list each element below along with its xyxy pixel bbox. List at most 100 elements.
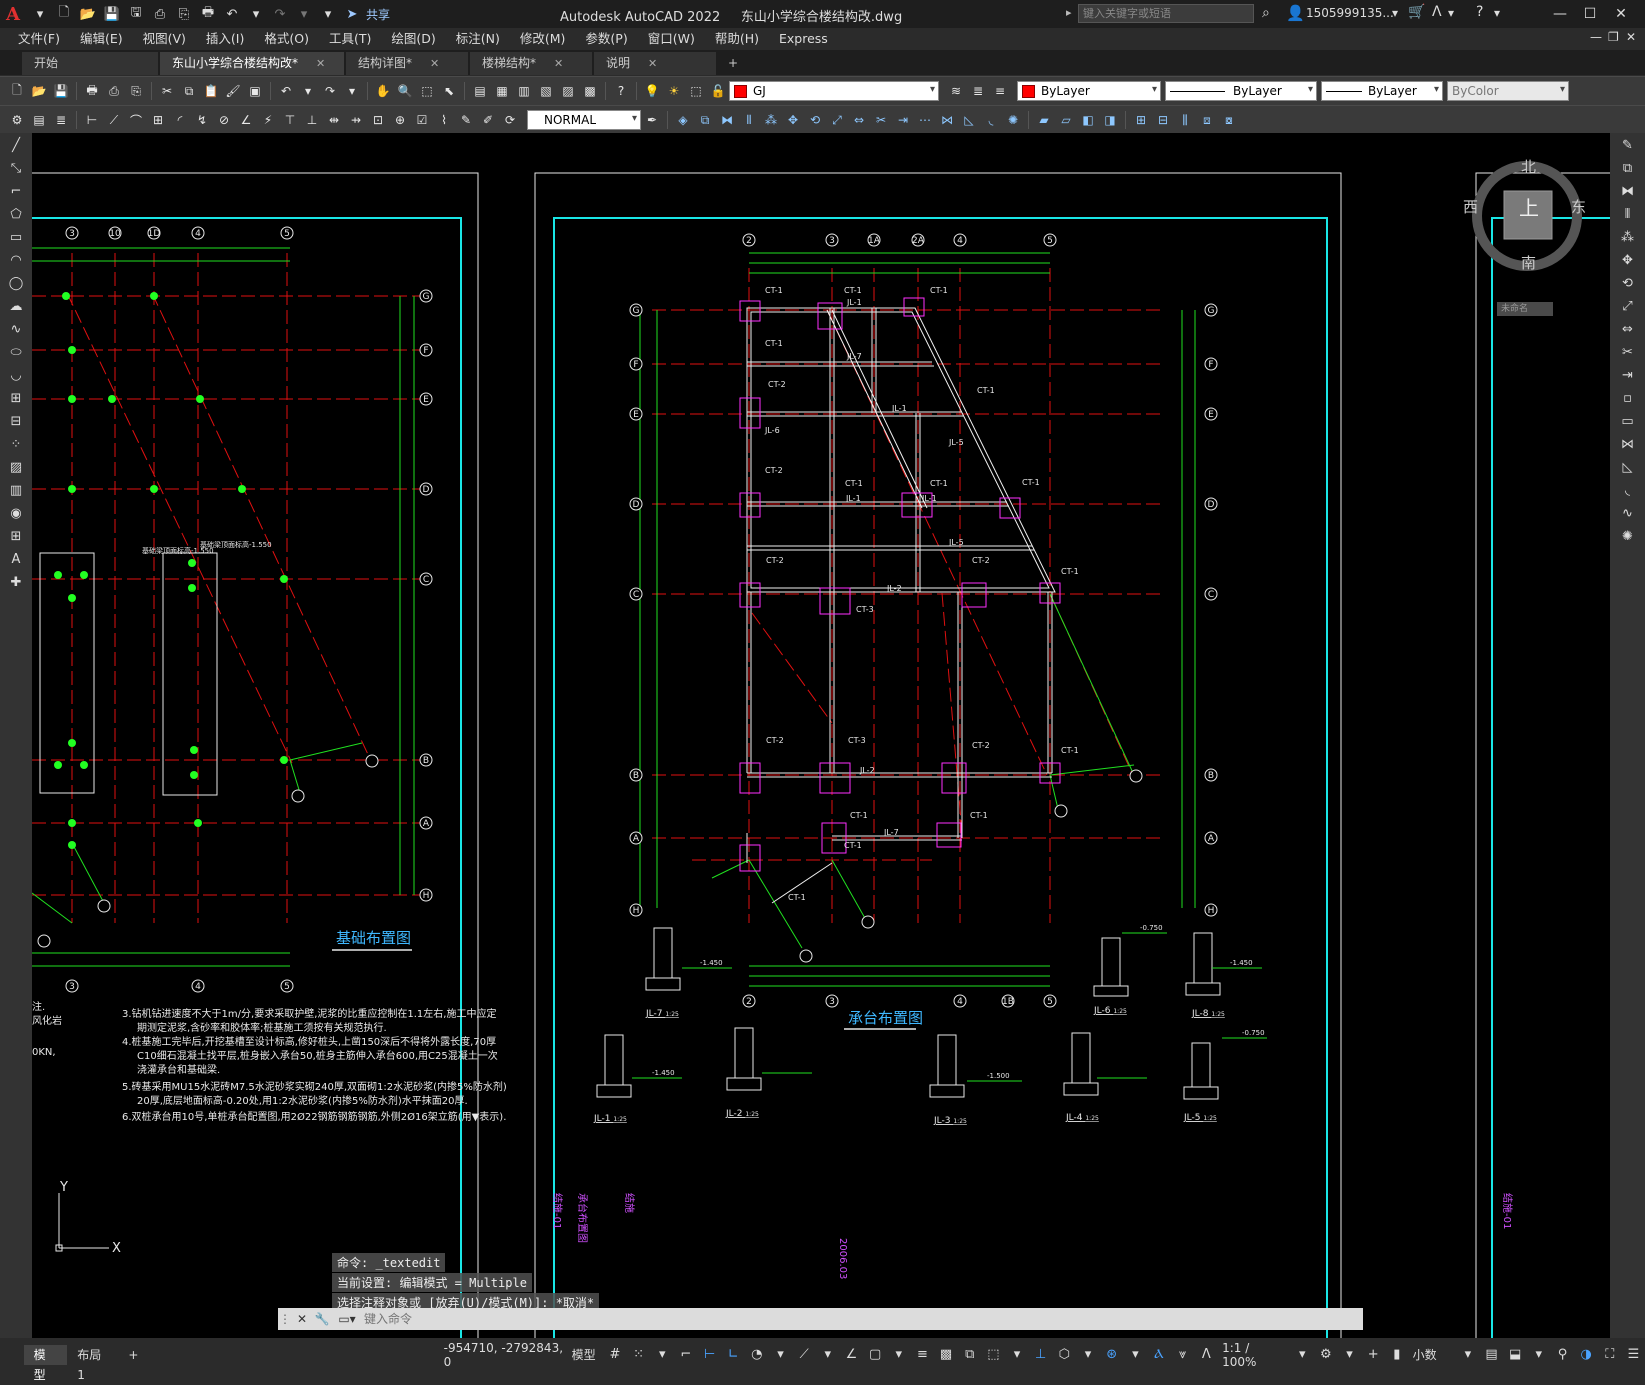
jogged-dim-icon[interactable]: ↯	[193, 111, 211, 129]
close-icon[interactable]: ✕	[554, 52, 563, 75]
selection-filter-dropdown-icon[interactable]: ▾	[1077, 1344, 1099, 1366]
snap-dropdown-icon[interactable]: ▾	[651, 1344, 673, 1366]
maximize-button[interactable]: ☐	[1576, 3, 1604, 25]
quickcalc-icon[interactable]: ▩	[581, 82, 599, 100]
array-icon[interactable]: ⁂	[1618, 228, 1638, 248]
continue-dim-icon[interactable]: ⊥	[303, 111, 321, 129]
ellipse-icon[interactable]: ⬭	[6, 343, 26, 363]
isodraft-icon[interactable]: ⟋	[793, 1344, 815, 1366]
jogged-linear-icon[interactable]: ⌇	[435, 111, 453, 129]
open-icon[interactable]: 📂	[30, 82, 48, 100]
open-web-icon[interactable]: ⎙	[150, 4, 170, 24]
properties-icon[interactable]: ▤	[471, 82, 489, 100]
plot-preview-icon[interactable]: ⎙	[105, 82, 123, 100]
dim-text-edit-icon[interactable]: ✐	[479, 111, 497, 129]
lock-ui-dropdown-icon[interactable]: ▾	[1528, 1344, 1550, 1366]
dynamic-ucs-icon[interactable]: ⊥	[1030, 1344, 1052, 1366]
point-icon[interactable]: ⁘	[6, 435, 26, 455]
zoom-window-icon[interactable]: ⬚	[418, 82, 436, 100]
polar-icon[interactable]: ◔	[746, 1344, 768, 1366]
redo-dropdown-icon[interactable]: ▾	[343, 82, 361, 100]
layout-tab-model[interactable]: 模型	[23, 1344, 68, 1382]
save-web-icon[interactable]: ⎘	[174, 4, 194, 24]
object-snap-tracking-icon[interactable]: ∠	[841, 1344, 863, 1366]
quick-properties-icon[interactable]: ▤	[1481, 1344, 1503, 1366]
menu-file[interactable]: 文件(F)	[8, 28, 70, 50]
dynamic-input-icon[interactable]: ⊢	[699, 1344, 721, 1366]
cut-icon[interactable]: ✂	[158, 82, 176, 100]
viewcube-east[interactable]: 东	[1571, 196, 1586, 217]
annotation-scale-value[interactable]: 1:1 / 100%	[1222, 1341, 1286, 1369]
paste-icon[interactable]: 📋	[202, 82, 220, 100]
break-icon[interactable]: ▭	[1618, 412, 1638, 432]
menu-insert[interactable]: 插入(I)	[196, 28, 254, 50]
close-button[interactable]: ✕	[1607, 3, 1635, 25]
search-input[interactable]: 键入关键字或短语	[1078, 4, 1254, 23]
help-icon[interactable]: ?	[1476, 4, 1483, 20]
layer-unlock-icon[interactable]: 🔓	[709, 82, 727, 100]
spline-icon[interactable]: ∿	[6, 320, 26, 340]
mirror-icon[interactable]: ⧓	[1618, 182, 1638, 202]
command-input[interactable]	[362, 1309, 1363, 1329]
explode-icon[interactable]: ✺	[1004, 111, 1022, 129]
menu-dimension[interactable]: 标注(N)	[446, 28, 510, 50]
move-icon[interactable]: ✥	[1618, 251, 1638, 271]
mtext-icon[interactable]: A	[6, 550, 26, 570]
lock-ui-icon[interactable]: ⬓	[1504, 1344, 1526, 1366]
model-space-toggle[interactable]: 模型	[572, 1346, 603, 1363]
diameter-dim-icon[interactable]: ⊘	[215, 111, 233, 129]
customize-quick-access-icon[interactable]: ▾	[318, 4, 338, 24]
workspace-dropdown-icon[interactable]: ▾	[1339, 1344, 1361, 1366]
sheet-set-icon[interactable]: ▧	[537, 82, 555, 100]
construction-line-icon[interactable]: ⤡	[6, 159, 26, 179]
layer-viewport-icon[interactable]: ⬚	[687, 82, 705, 100]
lineweight-dropdown[interactable]: ByLayer ▾	[1321, 81, 1443, 101]
object-snap-dropdown-icon[interactable]: ▾	[888, 1344, 910, 1366]
erase-icon[interactable]: ◈	[674, 111, 692, 129]
draworder-above-icon[interactable]: ◧	[1079, 111, 1097, 129]
move-icon[interactable]: ✥	[784, 111, 802, 129]
tool-palettes-icon[interactable]: ▥	[515, 82, 533, 100]
share-label[interactable]: 共享	[366, 6, 390, 23]
doc-minimize-icon[interactable]: —	[1590, 30, 1602, 44]
tab-structure-detail[interactable]: 结构详图* ✕	[346, 52, 468, 75]
rotate-icon[interactable]: ⟲	[806, 111, 824, 129]
chamfer-icon[interactable]: ◺	[960, 111, 978, 129]
xref-icon[interactable]: ⧈	[1198, 111, 1216, 129]
block-editor-icon[interactable]: ▣	[246, 82, 264, 100]
lineweight-icon[interactable]: ≡	[912, 1344, 934, 1366]
circle-icon[interactable]: ◯	[6, 274, 26, 294]
help-icon[interactable]: ?	[612, 82, 630, 100]
ordinate-dim-icon[interactable]: ⊞	[149, 111, 167, 129]
image-icon[interactable]: ⧇	[1220, 111, 1238, 129]
viewcube-south[interactable]: 南	[1521, 252, 1536, 273]
menu-help[interactable]: 帮助(H)	[705, 28, 769, 50]
menu-format[interactable]: 格式(O)	[254, 28, 319, 50]
close-icon[interactable]: ✕	[292, 1312, 312, 1326]
new-icon[interactable]: 🗋	[8, 82, 26, 100]
revision-cloud-icon[interactable]: ☁	[6, 297, 26, 317]
offset-icon[interactable]: ⫴	[740, 111, 758, 129]
dim-break-icon[interactable]: ⇸	[347, 111, 365, 129]
join-icon[interactable]: ⋈	[938, 111, 956, 129]
gizmo-dropdown-icon[interactable]: ▾	[1125, 1344, 1147, 1366]
stretch-icon[interactable]: ⇔	[1618, 320, 1638, 340]
tab-start[interactable]: 开始	[22, 52, 158, 75]
undo-dropdown-icon[interactable]: ▾	[246, 4, 266, 24]
close-icon[interactable]: ✕	[316, 52, 325, 75]
gizmo-icon[interactable]: ⊛	[1101, 1344, 1123, 1366]
layer-on-icon[interactable]: 💡	[643, 82, 661, 100]
design-center-icon[interactable]: ▦	[493, 82, 511, 100]
workspace-icon[interactable]: ⚙	[1315, 1344, 1337, 1366]
share-icon[interactable]: ➤	[342, 4, 362, 24]
layer-thaw-icon[interactable]: ☀	[665, 82, 683, 100]
wrench-icon[interactable]: 🔧	[312, 1312, 332, 1326]
layer-properties-icon[interactable]: ≋	[947, 82, 965, 100]
dim-update-icon[interactable]: ⟳	[501, 111, 519, 129]
user-name[interactable]: 1505999135...	[1306, 6, 1394, 20]
clean-screen-icon[interactable]: ⛶	[1599, 1344, 1621, 1366]
trim-icon[interactable]: ✂	[1618, 343, 1638, 363]
linetype-dropdown[interactable]: ByLayer ▾	[1165, 81, 1317, 101]
aligned-dim-icon[interactable]: ⟋	[105, 111, 123, 129]
make-current-layer-icon[interactable]: ≣	[969, 82, 987, 100]
